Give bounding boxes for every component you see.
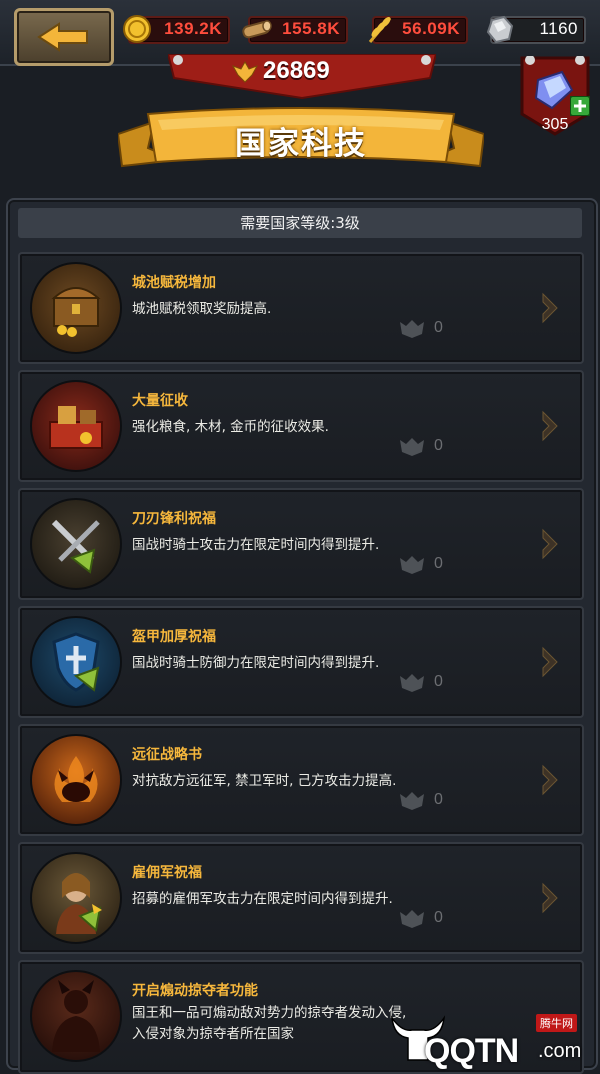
- tech-level-value: 0: [434, 673, 443, 690]
- stone-counter: 1160: [486, 15, 586, 44]
- tech-title: 大量征收: [132, 393, 188, 409]
- tech-level: 0: [398, 672, 462, 694]
- food-value: 56.09K: [402, 19, 460, 38]
- tech-level-value: 0: [434, 791, 443, 808]
- back-button[interactable]: [14, 8, 114, 66]
- wood-value: 155.8K: [282, 19, 340, 38]
- title-banner: 国家科技: [118, 100, 484, 178]
- tech-card[interactable]: 城池赋税增加 城池赋税领取奖励提高. 0: [18, 252, 584, 364]
- mercenary-icon: [30, 852, 122, 944]
- eagle-emblem-icon: [232, 60, 258, 83]
- chevron-right-icon: [542, 528, 558, 560]
- tech-card[interactable]: 盔甲加厚祝福 国战时骑士防御力在限定时间内得到提升. 0: [18, 606, 584, 718]
- tech-card[interactable]: 雇佣军祝福 招募的雇佣军攻击力在限定时间内得到提升. 0: [18, 842, 584, 954]
- tech-level: 0: [398, 318, 462, 340]
- tech-title: 远征战略书: [132, 747, 202, 763]
- level-badge-icon: [400, 910, 424, 928]
- stone-ore-icon: [486, 15, 514, 44]
- tech-card[interactable]: 大量征收 强化粮食, 木材, 金币的征收效果. 0: [18, 370, 584, 482]
- chevron-right-icon: [542, 292, 558, 324]
- wood-log-icon: [242, 20, 272, 39]
- tech-desc: 对抗敌方远征军, 禁卫军时, 己方攻击力提高.: [132, 773, 397, 789]
- chevron-right-icon: [542, 764, 558, 796]
- tech-card[interactable]: 刀刃锋利祝福 国战时骑士攻击力在限定时间内得到提升. 0: [18, 488, 584, 600]
- level-badge-icon: [400, 438, 424, 456]
- tech-desc: 城池赋税领取奖励提高.: [132, 301, 272, 317]
- flame-demon-icon: [30, 734, 122, 826]
- tech-level: 0: [398, 790, 462, 812]
- level-badge-icon: [400, 556, 424, 574]
- tech-desc-line2: 入侵对象为掠夺者所在国家: [132, 1026, 294, 1042]
- tech-level: 0: [398, 554, 462, 576]
- tech-card[interactable]: 远征战略书 对抗敌方远征军, 禁卫军时, 己方攻击力提高. 0: [18, 724, 584, 836]
- watermark: QQTN .com 腾牛网: [388, 1010, 596, 1070]
- tech-desc: 国战时骑士攻击力在限定时间内得到提升.: [132, 537, 380, 553]
- gold-value: 139.2K: [164, 19, 222, 38]
- resources-icon: [30, 380, 122, 472]
- wheat-icon: [368, 17, 392, 43]
- tech-level-value: 0: [434, 909, 443, 926]
- gold-counter: 139.2K: [123, 15, 230, 44]
- chevron-right-icon: [542, 882, 558, 914]
- plus-icon: [570, 96, 590, 116]
- chevron-right-icon: [542, 646, 558, 678]
- gem-count: 305: [541, 116, 569, 133]
- treasure-chest-icon: [30, 262, 122, 354]
- chevron-right-icon: [542, 410, 558, 442]
- watermark-brand: QQTN: [424, 1032, 519, 1070]
- power-value: 26869: [263, 57, 330, 84]
- level-badge-icon: [400, 674, 424, 692]
- food-counter: 56.09K: [368, 16, 468, 44]
- shield-icon: [30, 616, 122, 708]
- stone-value: 1160: [539, 19, 578, 38]
- horned-warrior-icon: [30, 970, 122, 1062]
- watermark-cn: 腾牛网: [536, 1014, 577, 1032]
- watermark-suffix: .com: [538, 1040, 582, 1062]
- level-badge-icon: [400, 320, 424, 338]
- tech-level-value: 0: [434, 319, 443, 336]
- tech-level: 0: [398, 436, 462, 458]
- tech-level-value: 0: [434, 437, 443, 454]
- gem-shop-button[interactable]: 305: [520, 56, 590, 136]
- level-badge-icon: [400, 792, 424, 810]
- tech-level-value: 0: [434, 555, 443, 572]
- wood-counter: 155.8K: [242, 16, 348, 44]
- tech-title: 刀刃锋利祝福: [132, 511, 216, 527]
- tech-desc: 强化粮食, 木材, 金币的征收效果.: [132, 419, 329, 435]
- back-arrow-icon: [37, 22, 88, 52]
- tech-title: 城池赋税增加: [132, 275, 216, 291]
- tech-desc: 国战时骑士防御力在限定时间内得到提升.: [132, 655, 380, 671]
- tech-desc: 招募的雇佣军攻击力在限定时间内得到提升.: [132, 891, 393, 907]
- tech-title: 开启煽动掠夺者功能: [132, 983, 258, 999]
- gold-coin-icon: [123, 15, 151, 43]
- requirement-bar: 需要国家等级:3级: [18, 208, 582, 238]
- tech-title: 盔甲加厚祝福: [132, 629, 216, 645]
- page-title: 国家科技: [235, 126, 367, 162]
- sword-icon: [30, 498, 122, 590]
- tech-title: 雇佣军祝福: [132, 865, 202, 881]
- tech-level: 0: [398, 908, 462, 930]
- tech-desc: 国王和一品可煽动敌对势力的掠夺者发动入侵,: [132, 1005, 407, 1021]
- power-ribbon: 26869: [168, 54, 436, 100]
